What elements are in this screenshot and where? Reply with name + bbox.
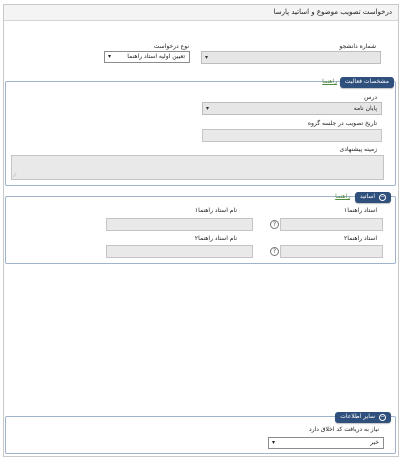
professors-panel-title: اساتید xyxy=(359,193,376,200)
course-select[interactable]: پایان نامه ▾ xyxy=(202,102,382,115)
collapse-icon: − xyxy=(379,194,386,201)
collapse-icon: − xyxy=(379,414,386,421)
advisor1-help-icon[interactable]: ? xyxy=(270,220,279,229)
advisor2-help-icon[interactable]: ? xyxy=(270,247,279,256)
course-label: درس xyxy=(364,94,377,101)
title-bar: درخواست تصویب موضوع و اساتید پارسا xyxy=(4,5,398,21)
advisor1-input[interactable] xyxy=(280,218,383,231)
chevron-down-icon: ▾ xyxy=(108,53,112,60)
ethics-code-select[interactable]: خیر ▾ xyxy=(268,437,384,449)
student-number-label: شماره دانشجو xyxy=(339,43,376,50)
proposed-field-label: زمینه پیشنهادی xyxy=(339,146,377,153)
activity-guide-link[interactable]: راهنما xyxy=(322,78,337,85)
advisor1-name-input xyxy=(106,218,253,231)
other-info-panel-title: سایر اطلاعات xyxy=(340,413,376,420)
chevron-down-icon: ▾ xyxy=(206,105,210,112)
approval-date-input[interactable] xyxy=(202,129,382,142)
professors-panel-header[interactable]: اساتید − xyxy=(354,192,391,203)
professors-guide-link[interactable]: راهنما xyxy=(335,193,350,200)
request-type-select[interactable]: تعیین اولیه استاد راهنما ▾ xyxy=(104,51,190,63)
professors-panel: اساتید − راهنما استاد راهنما۱ ? نام استا… xyxy=(5,192,396,264)
activity-panel-title: مشخصات فعالیت xyxy=(344,78,389,85)
chevron-down-icon: ▾ xyxy=(205,54,209,61)
advisor2-name-label: نام استاد راهنما۲ xyxy=(194,235,237,242)
advisor1-label: استاد راهنما۱ xyxy=(344,207,377,214)
student-number-select[interactable]: ▾ xyxy=(201,51,381,64)
ethics-code-value: خیر xyxy=(370,439,379,446)
advisor2-input[interactable] xyxy=(280,245,383,258)
course-value: پایان نامه xyxy=(353,105,377,112)
activity-panel-header[interactable]: مشخصات فعالیت xyxy=(339,77,394,88)
request-type-label: نوع درخواست xyxy=(153,43,189,50)
proposed-field-textarea[interactable]: ⟋ xyxy=(11,155,384,180)
approval-date-label: تاریخ تصویب در جلسه گروه xyxy=(307,120,377,127)
request-type-value: تعیین اولیه استاد راهنما xyxy=(127,53,185,60)
other-info-panel-header[interactable]: سایر اطلاعات − xyxy=(335,412,391,423)
advisor2-label: استاد راهنما۲ xyxy=(344,235,377,242)
other-info-panel: سایر اطلاعات − نیاز به دریافت کد اخلاق د… xyxy=(5,412,396,454)
ethics-code-label: نیاز به دریافت کد اخلاق دارد xyxy=(309,426,379,433)
resize-handle-icon[interactable]: ⟋ xyxy=(13,173,17,179)
window-title: درخواست تصویب موضوع و اساتید پارسا xyxy=(273,8,392,16)
advisor1-name-label: نام استاد راهنما۱ xyxy=(194,207,237,214)
advisor2-name-input xyxy=(106,245,253,258)
activity-panel: مشخصات فعالیت راهنما درس پایان نامه ▾ تا… xyxy=(5,77,396,186)
form-window: درخواست تصویب موضوع و اساتید پارسا شماره… xyxy=(3,4,399,457)
chevron-down-icon: ▾ xyxy=(272,439,276,446)
